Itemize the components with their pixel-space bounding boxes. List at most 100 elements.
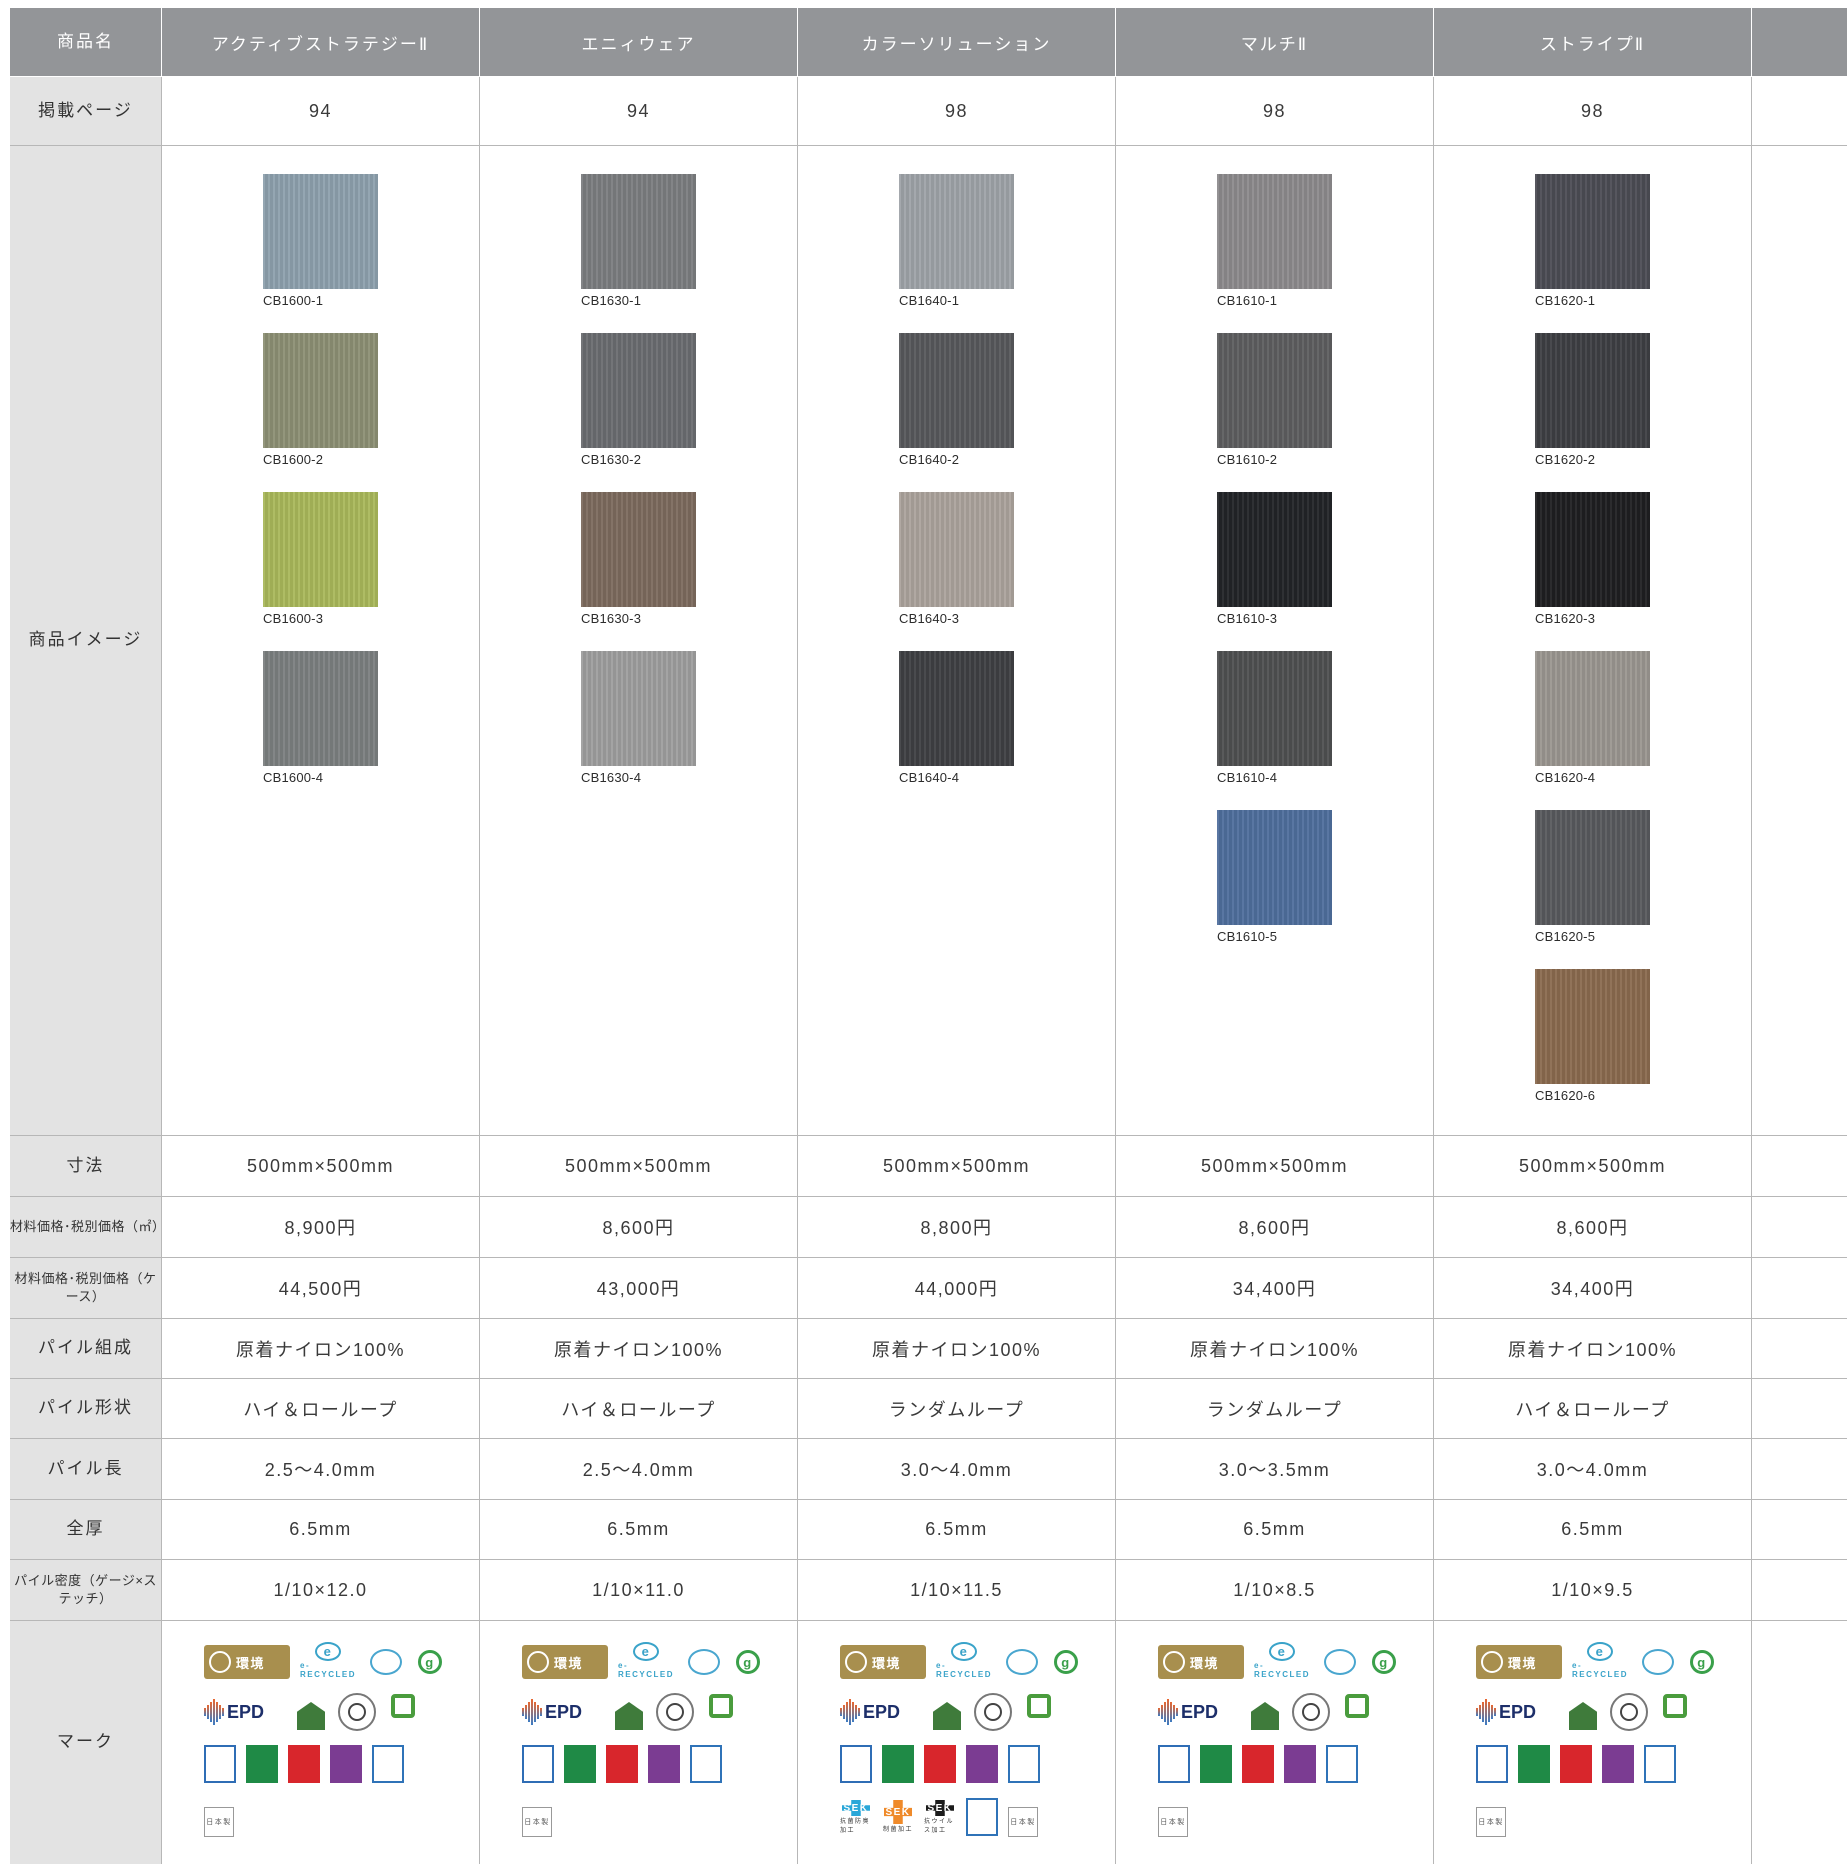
cell-value: 2.5～4.0mm	[264, 1460, 377, 1480]
cell-value: 43,000円	[596, 1279, 681, 1299]
cell-value: 原着ナイロン100%	[553, 1339, 724, 1360]
sek-icon: SEK 制菌加工	[882, 1800, 914, 1834]
pile-len-row-empty-cell	[1751, 1439, 1847, 1499]
swatch-image	[1217, 651, 1332, 766]
density-row: パイル密度（ゲージ×ステッチ） 1/10×12.0 1/10×11.0 1/10×11…	[10, 1560, 1847, 1621]
swatch[interactable]: CB1630-4	[581, 651, 696, 810]
swatch[interactable]: CB1630-3	[581, 492, 696, 651]
swatch[interactable]: CB1620-2	[1535, 333, 1650, 492]
marks-row-empty-cell	[1751, 1621, 1847, 1864]
stain-resistant-icon	[1644, 1745, 1676, 1783]
swatch-code: CB1640-2	[899, 452, 960, 467]
swatch[interactable]: CB1620-5	[1535, 810, 1650, 969]
f-star-icon	[204, 1745, 236, 1783]
cell-value: 34,400円	[1550, 1279, 1635, 1299]
swatch[interactable]: CB1600-1	[263, 174, 378, 333]
swatch-image	[581, 651, 696, 766]
e-recycled-label: e-RECYCLED	[936, 1661, 993, 1679]
swatch[interactable]: CB1640-4	[899, 651, 1014, 810]
swatch-image	[263, 333, 378, 448]
marks-row-cell: 環境 e e-RECYCLED g EPD 日本製	[1433, 1621, 1751, 1864]
f-star-icon	[522, 1745, 554, 1783]
swatch-image	[1535, 810, 1650, 925]
marks-row-cell: 環境 e e-RECYCLED g EPD 日本製	[479, 1621, 797, 1864]
thickness-row-cell: 6.5mm	[797, 1500, 1115, 1559]
stain-resistant-icon	[1326, 1745, 1358, 1783]
swatch-list: CB1640-1 CB1640-2 CB1640-3 CB1640-4	[899, 146, 1014, 810]
image-row-cell: CB1640-1 CB1640-2 CB1640-3 CB1640-4	[797, 146, 1115, 1135]
swatch-image	[263, 174, 378, 289]
swatch[interactable]: CB1620-1	[1535, 174, 1650, 333]
cell-value: 1/10×9.5	[1551, 1579, 1634, 1600]
cell-value: 8,600円	[1556, 1218, 1629, 1238]
swatch[interactable]: CB1620-4	[1535, 651, 1650, 810]
swatch-code: CB1640-4	[899, 770, 960, 785]
sek-label: SEK	[884, 1800, 912, 1824]
swatch[interactable]: CB1640-3	[899, 492, 1014, 651]
size-row-cell: 500mm×500mm	[479, 1136, 797, 1196]
cell-value: 500mm×500mm	[1518, 1155, 1667, 1176]
page-row: 掲載ページ 94 94 98 98 98	[10, 77, 1847, 146]
stain-resistant-icon	[966, 1798, 998, 1836]
thickness-row-cell: 6.5mm	[161, 1500, 479, 1559]
size-row-header: 寸法	[10, 1136, 161, 1196]
page-row-empty-cell	[1751, 77, 1847, 145]
heavy-walking-icon	[1284, 1745, 1316, 1783]
swatch-code: CB1640-1	[899, 293, 960, 308]
page-row-cell: 94	[161, 77, 479, 145]
swatch[interactable]: CB1610-3	[1217, 492, 1332, 651]
page-row-cell: 98	[1433, 77, 1751, 145]
size-row-empty-cell	[1751, 1136, 1847, 1196]
cell-value: 98	[1580, 100, 1605, 121]
swatch-image	[1535, 333, 1650, 448]
price-m2-row-cell: 8,600円	[1115, 1197, 1433, 1257]
swatch[interactable]: CB1620-3	[1535, 492, 1650, 651]
swatch[interactable]: CB1600-4	[263, 651, 378, 810]
swatch[interactable]: CB1620-6	[1535, 969, 1650, 1128]
swatch-list: CB1600-1 CB1600-2 CB1600-3 CB1600-4	[263, 146, 378, 810]
cell-value: ハイ＆ローループ	[561, 1399, 716, 1420]
pile-shape-row-cell: ハイ＆ローループ	[479, 1379, 797, 1438]
swatch[interactable]: CB1610-5	[1217, 810, 1332, 969]
cell-value: 500mm×500mm	[882, 1155, 1031, 1176]
swatch[interactable]: CB1610-2	[1217, 333, 1332, 492]
pile-comp-row: パイル組成 原着ナイロン100% 原着ナイロン100% 原着ナイロン100% 原着ナイロ…	[10, 1319, 1847, 1379]
image-row-header: 商品イメージ	[10, 146, 161, 1135]
eco-mark-icon	[1320, 1645, 1360, 1679]
price-m2-row-header: 材料価格･税別価格（㎡）	[10, 1197, 165, 1257]
swatch-image	[899, 333, 1014, 448]
swatch[interactable]: CB1640-1	[899, 174, 1014, 333]
swatch-code: CB1600-4	[263, 770, 324, 785]
swatch[interactable]: CB1630-2	[581, 333, 696, 492]
swatch[interactable]: CB1600-2	[263, 333, 378, 492]
swatch-code: CB1630-3	[581, 611, 642, 626]
e-recycled-icon: e e-RECYCLED	[618, 1642, 675, 1679]
e-recycled-label: e-RECYCLED	[300, 1661, 357, 1679]
density-row-empty-cell	[1751, 1560, 1847, 1620]
swatch[interactable]: CB1600-3	[263, 492, 378, 651]
certification-marks: 環境 e e-RECYCLED g EPD 日本製	[204, 1642, 444, 1837]
cell-value: 8,600円	[602, 1218, 675, 1238]
image-row-cell: CB1610-1 CB1610-2 CB1610-3 CB1610-4 CB1610-5	[1115, 146, 1433, 1135]
thickness-row-cell: 6.5mm	[1115, 1500, 1433, 1559]
price-m2-row-cell: 8,600円	[479, 1197, 797, 1257]
globe-icon	[1481, 1651, 1503, 1673]
cell-value: ランダムループ	[888, 1399, 1025, 1420]
pile-comp-row-empty-cell	[1751, 1319, 1847, 1378]
environment-badge-label: 環境	[872, 1655, 902, 1671]
image-row-cell: CB1630-1 CB1630-2 CB1630-3 CB1630-4	[479, 146, 797, 1135]
sek-caption: 抗ウイルス加工	[924, 1819, 955, 1834]
epd-label: EPD	[1181, 1702, 1219, 1722]
swatch[interactable]: CB1610-4	[1217, 651, 1332, 810]
swatch-code: CB1600-3	[263, 611, 324, 626]
epd-verified-icon: EPD	[204, 1694, 284, 1730]
cell-value: カラーソリューション	[861, 34, 1052, 54]
swatch[interactable]: CB1640-2	[899, 333, 1014, 492]
price-case-row-cell: 44,000円	[797, 1258, 1115, 1318]
swatch[interactable]: CB1610-1	[1217, 174, 1332, 333]
cell-value: 44,500円	[278, 1279, 363, 1299]
cell-value: 44,000円	[914, 1279, 999, 1299]
eco-mark-icon	[1002, 1645, 1042, 1679]
header-row-cell: エニィウェア	[479, 8, 797, 76]
swatch[interactable]: CB1630-1	[581, 174, 696, 333]
